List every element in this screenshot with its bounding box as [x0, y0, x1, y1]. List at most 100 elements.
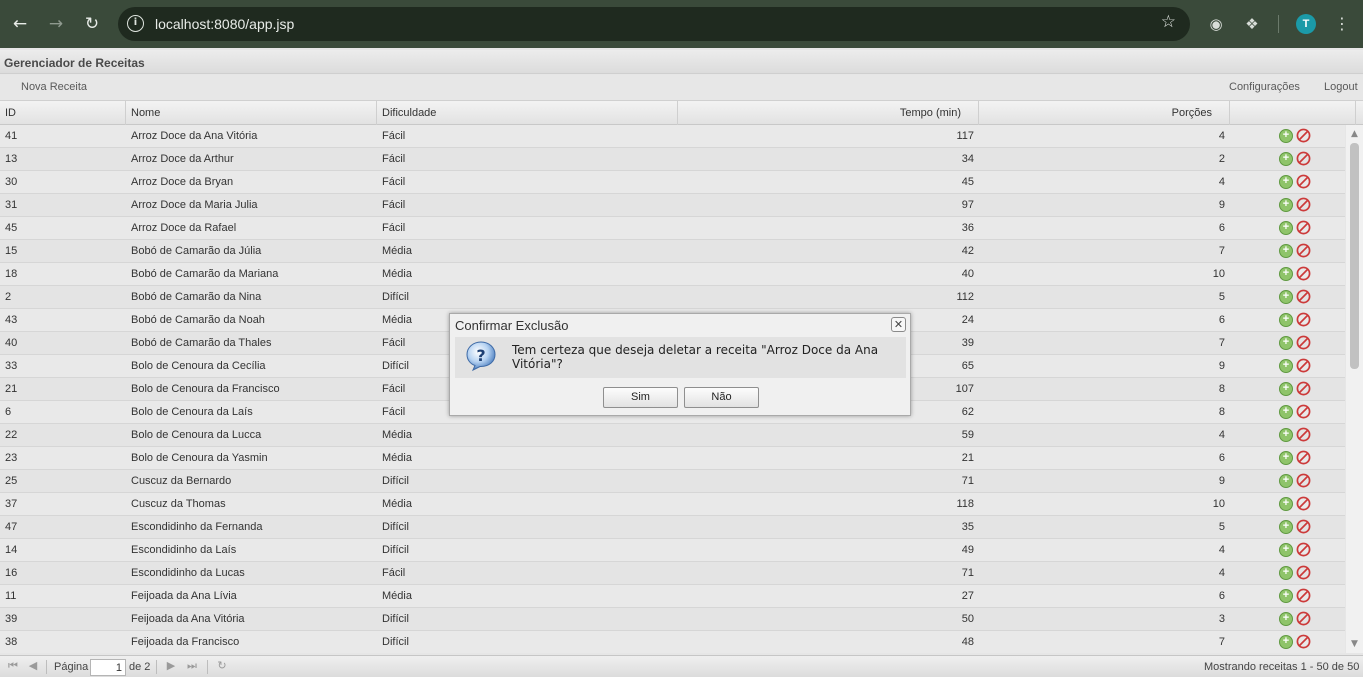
add-icon[interactable]: +	[1279, 589, 1293, 603]
add-icon[interactable]: +	[1279, 405, 1293, 419]
camera-icon[interactable]: ◉	[1205, 13, 1227, 35]
add-icon[interactable]: +	[1279, 451, 1293, 465]
add-icon[interactable]: +	[1279, 313, 1293, 327]
add-icon[interactable]: +	[1279, 474, 1293, 488]
add-icon[interactable]: +	[1279, 129, 1293, 143]
delete-icon[interactable]	[1296, 588, 1311, 603]
add-icon[interactable]: +	[1279, 244, 1293, 258]
add-icon[interactable]: +	[1279, 175, 1293, 189]
scroll-thumb[interactable]	[1350, 143, 1359, 369]
table-row[interactable]: 15 Bobó de Camarão da Júlia Média 42 7 +	[0, 240, 1345, 263]
table-row[interactable]: 25 Cuscuz da Bernardo Difícil 71 9 +	[0, 470, 1345, 493]
delete-icon[interactable]	[1296, 634, 1311, 649]
delete-icon[interactable]	[1296, 519, 1311, 534]
cell-id: 31	[5, 199, 18, 211]
reload-icon[interactable]: ↻	[80, 12, 104, 36]
add-icon[interactable]: +	[1279, 221, 1293, 235]
add-icon[interactable]: +	[1279, 566, 1293, 580]
no-button[interactable]: Não	[684, 387, 759, 408]
previous-page-icon[interactable]: ◀	[26, 659, 40, 673]
table-row[interactable]: 11 Feijoada da Ana Lívia Média 27 6 +	[0, 585, 1345, 608]
table-row[interactable]: 37 Cuscuz da Thomas Média 118 10 +	[0, 493, 1345, 516]
cell-nome: Cuscuz da Thomas	[131, 498, 226, 510]
url-text[interactable]: localhost:8080/app.jsp	[155, 16, 294, 32]
menu-icon[interactable]: ⋮	[1331, 13, 1353, 35]
delete-icon[interactable]	[1296, 542, 1311, 557]
delete-icon[interactable]	[1296, 450, 1311, 465]
table-row[interactable]: 22 Bolo de Cenoura da Lucca Média 59 4 +	[0, 424, 1345, 447]
delete-icon[interactable]	[1296, 427, 1311, 442]
add-icon[interactable]: +	[1279, 359, 1293, 373]
column-header-tempo[interactable]: Tempo (min)	[678, 101, 979, 125]
table-row[interactable]: 45 Arroz Doce da Rafael Fácil 36 6 +	[0, 217, 1345, 240]
column-header-nome[interactable]: Nome	[126, 101, 377, 125]
last-page-icon[interactable]: ⏭	[185, 659, 199, 673]
delete-icon[interactable]	[1296, 174, 1311, 189]
add-icon[interactable]: +	[1279, 290, 1293, 304]
delete-icon[interactable]	[1296, 128, 1311, 143]
table-row[interactable]: 47 Escondidinho da Fernanda Difícil 35 5 +	[0, 516, 1345, 539]
star-icon[interactable]: ☆	[1161, 12, 1176, 32]
add-icon[interactable]: +	[1279, 635, 1293, 649]
delete-icon[interactable]	[1296, 289, 1311, 304]
extensions-icon[interactable]: ❖	[1241, 13, 1263, 35]
profile-avatar[interactable]: T	[1296, 14, 1316, 34]
add-icon[interactable]: +	[1279, 198, 1293, 212]
address-bar[interactable]: i localhost:8080/app.jsp ☆	[118, 7, 1190, 41]
delete-icon[interactable]	[1296, 473, 1311, 488]
cell-porcoes: 9	[1218, 199, 1225, 211]
delete-icon[interactable]	[1296, 312, 1311, 327]
add-icon[interactable]: +	[1279, 497, 1293, 511]
table-row[interactable]: 2 Bobó de Camarão da Nina Difícil 112 5 +	[0, 286, 1345, 309]
question-icon: ?	[466, 341, 496, 372]
add-icon[interactable]: +	[1279, 543, 1293, 557]
table-row[interactable]: 41 Arroz Doce da Ana Vitória Fácil 117 4 +	[0, 125, 1345, 148]
delete-icon[interactable]	[1296, 565, 1311, 580]
settings-button[interactable]: Configurações	[1229, 81, 1300, 93]
grid-scrollbar[interactable]: ▲ ▼	[1346, 125, 1363, 653]
add-icon[interactable]: +	[1279, 612, 1293, 626]
delete-icon[interactable]	[1296, 496, 1311, 511]
add-icon[interactable]: +	[1279, 428, 1293, 442]
close-icon[interactable]: ✕	[891, 317, 906, 332]
column-header-id[interactable]: ID	[0, 101, 126, 125]
delete-icon[interactable]	[1296, 381, 1311, 396]
add-icon[interactable]: +	[1279, 152, 1293, 166]
table-row[interactable]: 31 Arroz Doce da Maria Julia Fácil 97 9 +	[0, 194, 1345, 217]
table-row[interactable]: 39 Feijoada da Ana Vitória Difícil 50 3 +	[0, 608, 1345, 631]
table-row[interactable]: 23 Bolo de Cenoura da Yasmin Média 21 6 +	[0, 447, 1345, 470]
delete-icon[interactable]	[1296, 358, 1311, 373]
table-row[interactable]: 14 Escondidinho da Laís Difícil 49 4 +	[0, 539, 1345, 562]
add-icon[interactable]: +	[1279, 382, 1293, 396]
add-icon[interactable]: +	[1279, 336, 1293, 350]
column-header-dificuldade[interactable]: Dificuldade	[377, 101, 678, 125]
back-icon[interactable]: ←	[8, 12, 32, 36]
delete-icon[interactable]	[1296, 151, 1311, 166]
scroll-down-icon[interactable]: ▼	[1349, 638, 1360, 650]
add-icon[interactable]: +	[1279, 520, 1293, 534]
table-row[interactable]: 16 Escondidinho da Lucas Fácil 71 4 +	[0, 562, 1345, 585]
info-icon[interactable]: i	[127, 15, 144, 32]
forward-icon[interactable]: →	[44, 12, 68, 36]
table-row[interactable]: 18 Bobó de Camarão da Mariana Média 40 10 +	[0, 263, 1345, 286]
delete-icon[interactable]	[1296, 611, 1311, 626]
table-row[interactable]: 13 Arroz Doce da Arthur Fácil 34 2 +	[0, 148, 1345, 171]
add-icon[interactable]: +	[1279, 267, 1293, 281]
delete-icon[interactable]	[1296, 404, 1311, 419]
first-page-icon[interactable]: ⏮	[6, 659, 20, 673]
column-header-porcoes[interactable]: Porções	[979, 101, 1230, 125]
yes-button[interactable]: Sim	[603, 387, 678, 408]
table-row[interactable]: 30 Arroz Doce da Bryan Fácil 45 4 +	[0, 171, 1345, 194]
new-recipe-button[interactable]: Nova Receita	[21, 81, 87, 93]
delete-icon[interactable]	[1296, 243, 1311, 258]
scroll-up-icon[interactable]: ▲	[1349, 128, 1360, 140]
delete-icon[interactable]	[1296, 197, 1311, 212]
delete-icon[interactable]	[1296, 220, 1311, 235]
next-page-icon[interactable]: ▶	[164, 659, 178, 673]
table-row[interactable]: 38 Feijoada da Francisco Difícil 48 7 +	[0, 631, 1345, 653]
page-number-input[interactable]	[90, 659, 126, 676]
delete-icon[interactable]	[1296, 266, 1311, 281]
delete-icon[interactable]	[1296, 335, 1311, 350]
logout-button[interactable]: Logout	[1324, 81, 1358, 93]
refresh-icon[interactable]: ↻	[215, 659, 229, 673]
